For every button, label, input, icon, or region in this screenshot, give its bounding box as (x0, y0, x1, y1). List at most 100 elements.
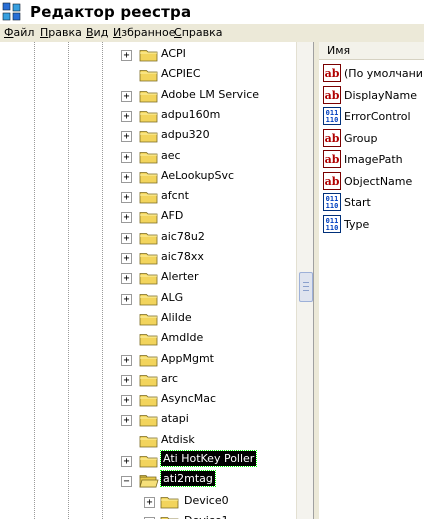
value-row[interactable]: ab DisplayName (323, 85, 423, 107)
tree-child-item[interactable]: +Device1 (0, 512, 296, 519)
expand-icon[interactable]: + (121, 212, 132, 224)
string-value-icon: ab (323, 128, 341, 147)
value-row[interactable]: 011 110 ErrorControl (323, 107, 423, 128)
tree-item-label: AliIde (161, 310, 192, 324)
folder-icon (139, 230, 159, 246)
expand-icon[interactable]: + (121, 90, 132, 102)
tree-item[interactable]: Atdisk (0, 431, 296, 451)
expand-icon[interactable]: + (121, 374, 132, 386)
tree-item[interactable]: + atapi (0, 410, 296, 430)
expand-icon[interactable]: + (121, 293, 132, 305)
tree-item[interactable]: − ati2mtag (0, 470, 296, 491)
tree-item[interactable]: + AFD (0, 207, 296, 227)
folder-icon (139, 108, 159, 124)
tree-item-label: Adobe LM Service (161, 87, 260, 101)
folder-icon (139, 291, 159, 307)
tree-item[interactable]: AliIde (0, 309, 296, 329)
svg-text:ab: ab (325, 89, 340, 102)
value-row[interactable]: ab Group (323, 128, 423, 150)
tree-item[interactable]: + arc (0, 370, 296, 390)
value-name: ImagePath (344, 153, 403, 166)
tree-item-label: adpu160m (161, 107, 221, 121)
menu-file[interactable]: Файл (4, 26, 34, 39)
expand-icon[interactable]: + (121, 415, 132, 427)
tree-item[interactable]: + AppMgmt (0, 350, 296, 370)
collapse-icon[interactable]: − (121, 476, 132, 488)
key-tree[interactable]: + ACPI ACPIEC + Adobe LM Service + adpu160m + ad… (0, 42, 296, 519)
tree-item-label: ACPIEC (161, 67, 201, 81)
folder-icon (139, 372, 159, 388)
folder-icon (139, 189, 159, 205)
expand-icon[interactable]: + (121, 151, 132, 163)
tree-item[interactable]: + Alerter (0, 268, 296, 288)
menu-favorites[interactable]: Избранное (113, 26, 175, 39)
expand-icon[interactable]: + (121, 354, 132, 366)
expand-icon[interactable]: + (121, 232, 132, 244)
tree-item-label: aic78xx (161, 250, 204, 263)
tree-item-label: AppMgmt (161, 351, 214, 365)
tree-item-label: Alerter (161, 270, 199, 284)
expand-icon[interactable]: + (121, 131, 132, 143)
expand-icon[interactable]: + (121, 192, 132, 204)
tree-item[interactable]: + afcnt (0, 187, 296, 207)
tree-item[interactable]: + Ati HotKey Poller (0, 450, 296, 471)
menu-help[interactable]: Справка (174, 26, 222, 39)
folder-icon (139, 311, 159, 327)
tree-item-label: AeLookupSvc (161, 168, 235, 182)
menu-edit[interactable]: Правка (40, 26, 82, 39)
expand-icon[interactable]: + (121, 273, 132, 285)
folder-icon (139, 88, 159, 104)
dword-value-icon: 011 110 (323, 193, 341, 211)
tree-item[interactable]: + ACPI (0, 45, 296, 65)
tree-item[interactable]: + aic78u2 (0, 228, 296, 248)
tree-item[interactable]: + ALG (0, 289, 296, 309)
expand-icon[interactable]: + (121, 171, 132, 183)
expand-icon[interactable]: + (121, 50, 132, 61)
value-name: ObjectName (344, 174, 413, 188)
regedit-icon (2, 2, 21, 21)
tree-item[interactable]: + adpu160m (0, 106, 296, 126)
tree-item[interactable]: + Adobe LM Service (0, 86, 296, 106)
column-header-name[interactable]: Имя (319, 42, 424, 60)
menu-view[interactable]: Вид (86, 26, 108, 39)
value-row[interactable]: 011 110 Start (323, 193, 423, 214)
string-value-icon: ab (323, 64, 341, 82)
window-title: Редактор реестра (30, 3, 192, 21)
svg-text:110: 110 (326, 202, 339, 210)
tree-item[interactable]: + AeLookupSvc (0, 167, 296, 187)
expand-icon[interactable]: + (144, 496, 155, 508)
expand-icon[interactable]: + (121, 110, 132, 122)
tree-scrollbar[interactable] (296, 42, 314, 519)
scrollbar-thumb[interactable] (299, 272, 313, 302)
value-row[interactable]: ab (По умолчанию) (323, 64, 424, 85)
tree-item-label: Ati HotKey Poller (159, 450, 258, 467)
value-row[interactable]: 011 110 Type (323, 214, 423, 236)
tree-item[interactable]: + AsyncMac (0, 390, 296, 410)
tree-item-label: arc (161, 371, 179, 385)
tree-item[interactable]: + adpu320 (0, 126, 296, 146)
folder-icon (139, 412, 159, 428)
dword-value-icon: 011 110 (323, 107, 341, 125)
tree-item-label: AmdIde (161, 331, 204, 345)
value-name: DisplayName (344, 88, 417, 102)
tree-item[interactable]: ACPIEC (0, 65, 296, 85)
svg-text:ab: ab (325, 132, 340, 145)
tree-child-item[interactable]: + Device0 (0, 492, 296, 512)
value-name: Group (344, 131, 378, 145)
value-name: ErrorControl (344, 110, 411, 123)
tree-item[interactable]: + aic78xx (0, 248, 296, 268)
folder-icon (160, 514, 180, 519)
value-row[interactable]: ab ImagePath (323, 150, 423, 171)
expand-icon[interactable]: + (121, 395, 132, 407)
folder-icon (139, 453, 159, 469)
string-value-icon: ab (323, 171, 341, 190)
tree-item-label: ACPI (161, 47, 186, 60)
values-pane[interactable]: Имя ab(По умолчанию)abDisplayName011110E… (319, 42, 424, 519)
svg-text:ab: ab (325, 175, 340, 188)
tree-item[interactable]: + aec (0, 147, 296, 167)
value-row[interactable]: ab ObjectName (323, 171, 423, 193)
expand-icon[interactable]: + (121, 253, 132, 264)
folder-icon (139, 149, 159, 165)
tree-item[interactable]: AmdIde (0, 329, 296, 349)
expand-icon[interactable]: + (121, 456, 132, 467)
